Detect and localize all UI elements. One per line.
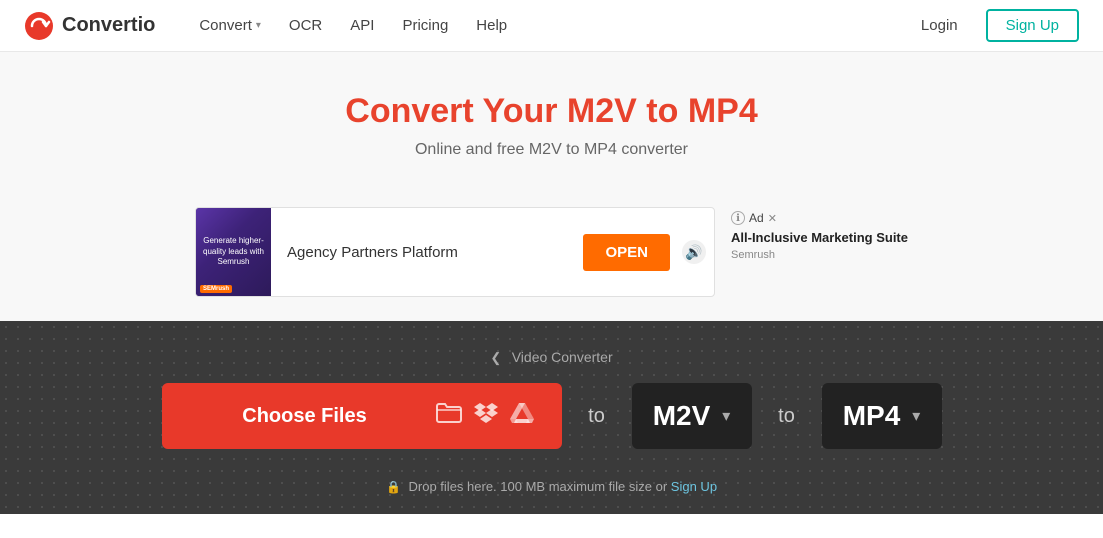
choose-files-label: Choose Files [190, 405, 420, 428]
hero-section: Convert Your M2V to MP4 Online and free … [0, 52, 1103, 207]
login-button[interactable]: Login [909, 11, 970, 40]
hero-title: Convert Your M2V to MP4 [20, 92, 1083, 131]
to-format-dropdown[interactable]: MP4 ▾ [822, 383, 942, 449]
nav-ocr[interactable]: OCR [277, 11, 334, 40]
dropbox-icon [474, 402, 498, 430]
to-format-label: MP4 [843, 400, 901, 432]
ad-semrush-logo: SEMrush [200, 285, 232, 293]
nav-api[interactable]: API [338, 11, 386, 40]
breadcrumb-bar: ❮ Video Converter [0, 341, 1103, 383]
ad-content-text: Agency Partners Platform [271, 244, 583, 261]
file-icons-area [436, 402, 534, 430]
ad-side-brand: Semrush [731, 249, 775, 261]
ad-container: Generate higher-quality leads with Semru… [0, 207, 1103, 321]
nav-help[interactable]: Help [464, 11, 519, 40]
folder-icon [436, 402, 462, 430]
logo-text: Convertio [62, 14, 155, 37]
choose-files-button[interactable]: Choose Files [162, 383, 562, 449]
from-format-label: M2V [653, 400, 711, 432]
from-format-dropdown[interactable]: M2V ▾ [632, 383, 752, 449]
ad-side-info: ℹ Ad ✕ [731, 211, 777, 225]
from-format-chevron-icon: ▾ [722, 406, 730, 426]
ad-close-icon[interactable]: 🔊 [682, 240, 706, 264]
converter-controls: Choose Files [0, 383, 1103, 469]
ad-info-icon: ℹ [731, 211, 745, 225]
signup-button[interactable]: Sign Up [986, 9, 1079, 42]
logo-icon [24, 11, 54, 41]
header-right: Login Sign Up [909, 9, 1079, 42]
header: Convertio Convert ▾ OCR API Pricing Help… [0, 0, 1103, 52]
google-drive-icon [510, 402, 534, 430]
to-format-chevron-icon: ▾ [912, 406, 920, 426]
nav: Convert ▾ OCR API Pricing Help [187, 11, 909, 40]
breadcrumb-link[interactable]: Video Converter [512, 349, 613, 365]
converter-section: ❮ Video Converter Choose Files [0, 321, 1103, 514]
ad-image: Generate higher-quality leads with Semru… [196, 207, 271, 297]
drop-info-text: Drop files here. 100 MB maximum file siz… [409, 479, 668, 494]
ad-open-button[interactable]: OPEN [583, 234, 670, 271]
ad-banner: Generate higher-quality leads with Semru… [195, 207, 715, 297]
logo[interactable]: Convertio [24, 11, 155, 41]
ad-side: ℹ Ad ✕ All-Inclusive Marketing Suite Sem… [731, 207, 908, 261]
nav-convert[interactable]: Convert ▾ [187, 11, 273, 40]
ad-info-label: Ad [749, 211, 764, 225]
to-label-2: to [772, 405, 802, 428]
breadcrumb-chevron-icon: ❮ [490, 350, 501, 365]
signup-link[interactable]: Sign Up [671, 479, 717, 494]
lock-icon: 🔒 [386, 480, 401, 494]
to-label: to [582, 405, 612, 428]
ad-image-text: Generate higher-quality leads with Semru… [196, 232, 271, 271]
ad-side-title: All-Inclusive Marketing Suite [731, 229, 908, 247]
ad-x-icon: ✕ [768, 212, 777, 225]
hero-subtitle: Online and free M2V to MP4 converter [20, 141, 1083, 159]
convert-chevron-icon: ▾ [256, 20, 261, 31]
drop-zone-info: 🔒 Drop files here. 100 MB maximum file s… [0, 469, 1103, 514]
nav-pricing[interactable]: Pricing [390, 11, 460, 40]
